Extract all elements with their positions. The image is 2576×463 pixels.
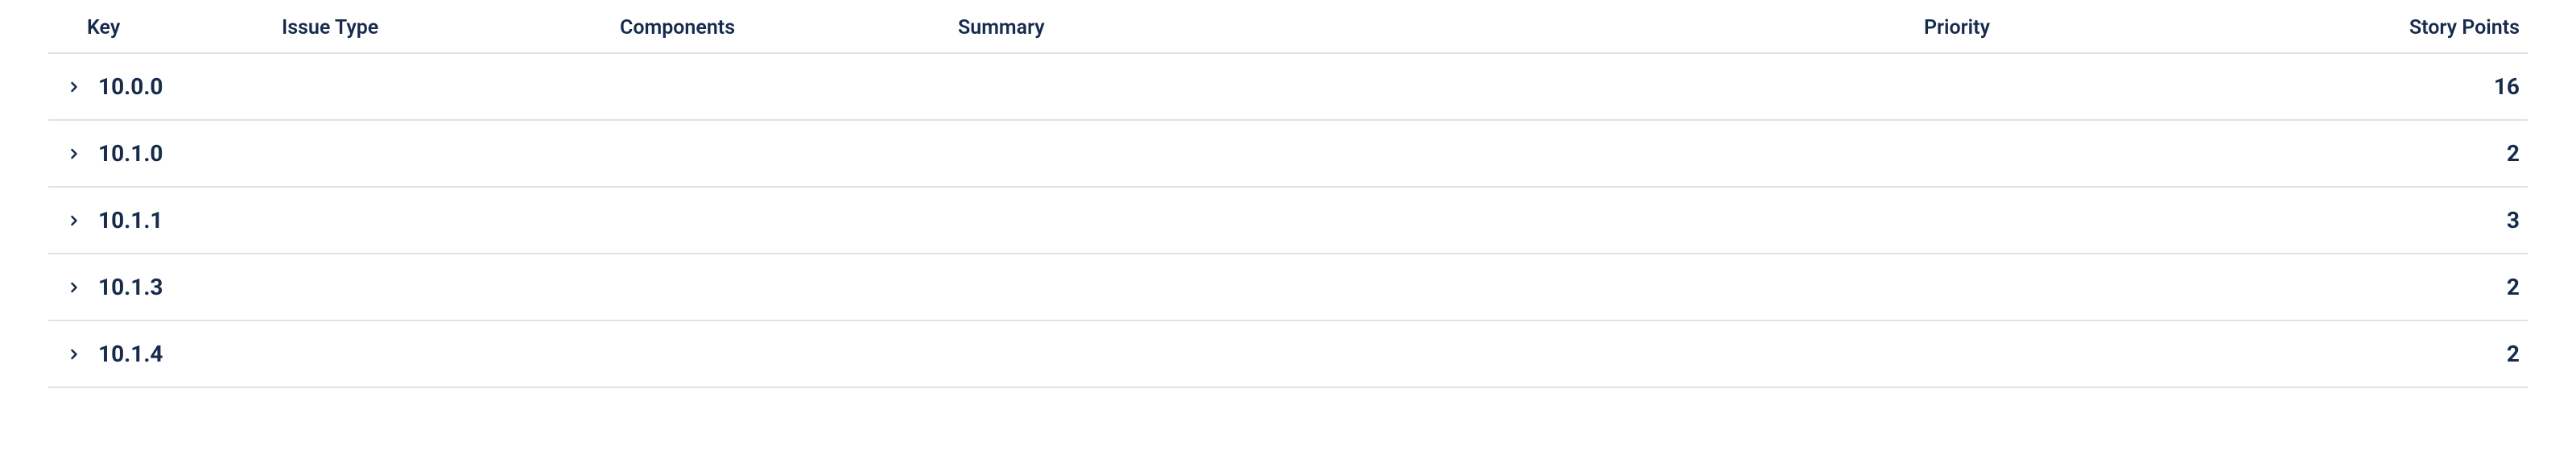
group-row[interactable]: 10.1.1 3 (48, 188, 2528, 254)
group-row[interactable]: 10.0.0 16 (48, 54, 2528, 121)
group-label: 10.0.0 (98, 73, 163, 100)
column-header-priority[interactable]: Priority (1924, 16, 2334, 39)
group-label: 10.1.0 (98, 140, 163, 167)
group-label-cell: 10.1.1 (48, 207, 2334, 234)
group-label-cell: 10.1.0 (48, 140, 2334, 167)
group-label-cell: 10.1.4 (48, 341, 2334, 367)
group-label-cell: 10.1.3 (48, 274, 2334, 300)
chevron-right-icon[interactable] (61, 74, 87, 100)
group-row[interactable]: 10.1.0 2 (48, 121, 2528, 188)
group-story-points: 16 (2334, 73, 2528, 100)
column-header-issue-type[interactable]: Issue Type (282, 16, 620, 39)
group-label: 10.1.4 (98, 341, 163, 367)
chevron-right-icon[interactable] (61, 208, 87, 234)
group-story-points: 2 (2334, 341, 2528, 367)
group-story-points: 2 (2334, 140, 2528, 167)
table-header-row: Key Issue Type Components Summary Priori… (48, 16, 2528, 54)
group-label: 10.1.1 (98, 207, 163, 234)
group-label-cell: 10.0.0 (48, 73, 2334, 100)
group-row[interactable]: 10.1.4 2 (48, 321, 2528, 388)
column-header-story-points[interactable]: Story Points (2334, 16, 2528, 39)
group-label: 10.1.3 (98, 274, 163, 300)
column-header-key[interactable]: Key (48, 16, 282, 39)
chevron-right-icon[interactable] (61, 141, 87, 167)
group-story-points: 2 (2334, 274, 2528, 300)
group-story-points: 3 (2334, 207, 2528, 234)
chevron-right-icon[interactable] (61, 341, 87, 367)
group-row[interactable]: 10.1.3 2 (48, 254, 2528, 321)
column-header-components[interactable]: Components (620, 16, 958, 39)
column-header-summary[interactable]: Summary (958, 16, 1924, 39)
issues-table: Key Issue Type Components Summary Priori… (0, 0, 2576, 388)
chevron-right-icon[interactable] (61, 275, 87, 300)
